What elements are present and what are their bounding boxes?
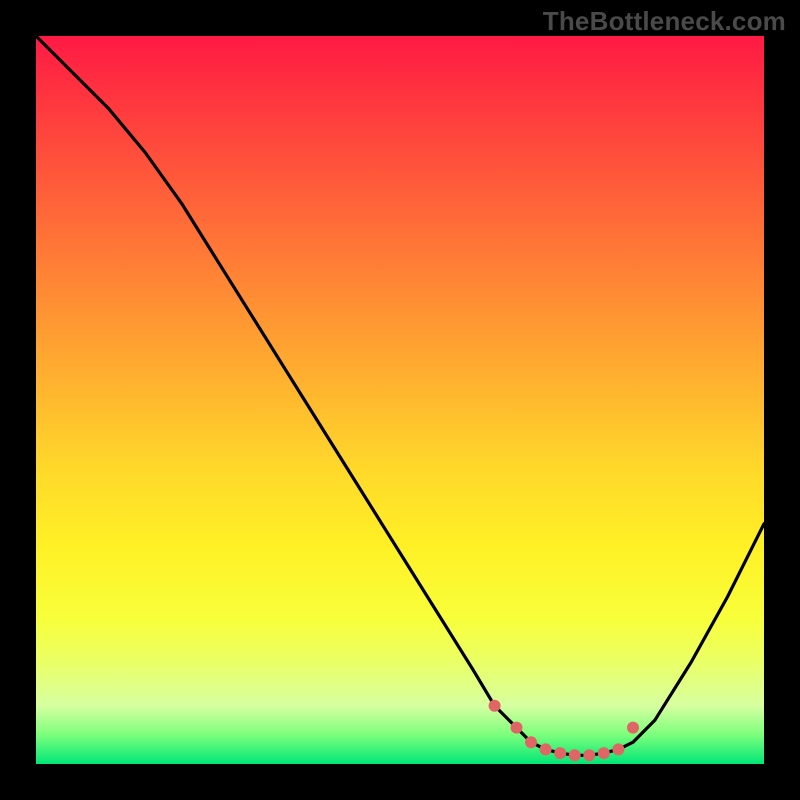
optimum-marker [627, 722, 639, 734]
optimum-marker [540, 743, 552, 755]
optimum-marker [489, 700, 501, 712]
optimum-marker [525, 736, 537, 748]
chart-frame: TheBottleneck.com [0, 0, 800, 800]
plot-area [36, 36, 764, 764]
optimum-marker [511, 722, 523, 734]
curve-svg [36, 36, 764, 764]
watermark-text: TheBottleneck.com [543, 6, 786, 37]
optimum-marker [554, 747, 566, 759]
optimum-markers [489, 700, 639, 762]
optimum-marker [583, 749, 595, 761]
optimum-marker [569, 749, 581, 761]
optimum-marker [612, 743, 624, 755]
optimum-marker [598, 747, 610, 759]
bottleneck-curve [36, 36, 764, 755]
